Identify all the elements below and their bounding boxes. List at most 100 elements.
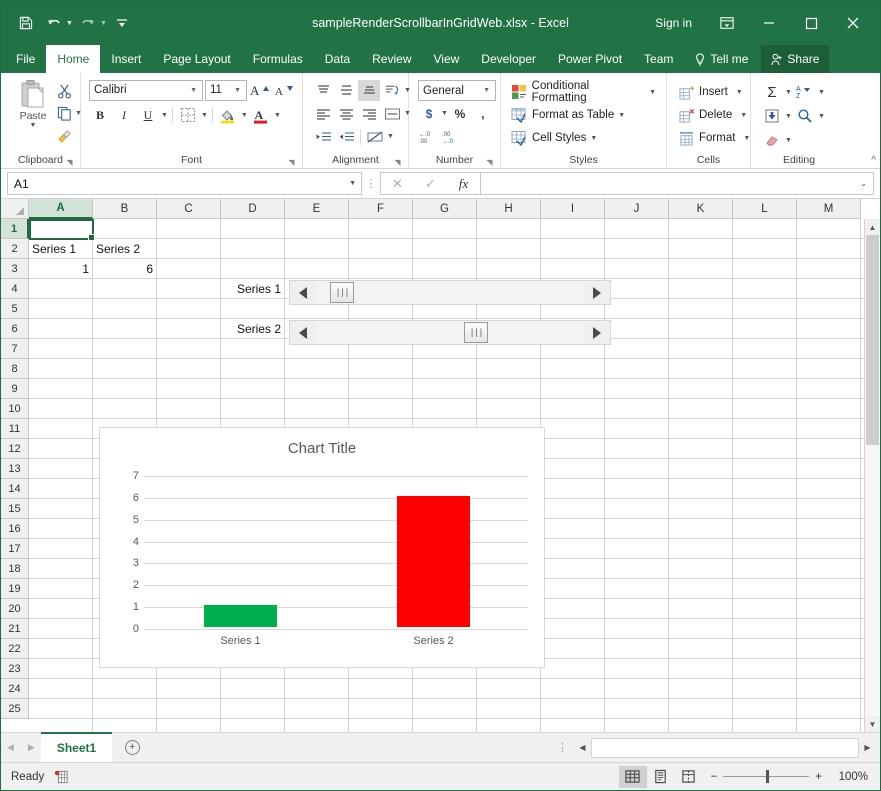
record-macro-icon[interactable] [54, 770, 68, 784]
embedded-chart[interactable]: Chart Title 01234567Series 1Series 2 [99, 427, 545, 668]
next-sheet-arrow[interactable]: ▶ [28, 742, 35, 753]
copy-button[interactable]: ▼ [55, 103, 82, 123]
row-header-11[interactable]: 11 [1, 419, 29, 439]
column-header-C[interactable]: C [157, 199, 221, 219]
italic-button[interactable]: I [113, 105, 135, 126]
normal-view-icon[interactable] [619, 766, 647, 788]
column-header-G[interactable]: G [413, 199, 477, 219]
decrease-indent-icon[interactable] [312, 126, 334, 147]
comma-format-button[interactable]: , [472, 103, 494, 124]
row-header-1[interactable]: 1 [1, 219, 29, 239]
conditional-formatting-caret[interactable]: ▼ [649, 89, 656, 96]
sign-in-button[interactable]: Sign in [641, 16, 706, 30]
zoom-out-button[interactable]: − [711, 771, 718, 783]
previous-sheet-arrow[interactable]: ◀ [7, 742, 14, 753]
font-color-dropdown-caret[interactable]: ▼ [274, 112, 281, 119]
cell-A2[interactable]: Series 1 [29, 239, 92, 258]
format-cells-button[interactable]: Format ▼ [677, 127, 750, 149]
sort-filter-icon[interactable]: AZ [794, 82, 816, 103]
cell-B2[interactable]: Series 2 [93, 239, 156, 258]
cancel-icon[interactable]: ✕ [381, 173, 414, 194]
number-format-caret[interactable]: ▼ [480, 87, 493, 94]
zoom-in-button[interactable]: + [815, 771, 822, 783]
row-header-16[interactable]: 16 [1, 519, 29, 539]
fill-color-icon[interactable] [217, 105, 239, 126]
delete-cells-button[interactable]: Delete ▼ [677, 104, 750, 126]
column-header-B[interactable]: B [93, 199, 157, 219]
format-as-table-caret[interactable]: ▼ [618, 112, 625, 119]
chart-bar-2[interactable] [397, 496, 470, 627]
row-header-9[interactable]: 9 [1, 379, 29, 399]
increase-indent-icon[interactable] [335, 126, 357, 147]
scrollbar-series-2-track[interactable]: ||| [316, 321, 584, 344]
conditional-formatting-button[interactable]: Conditional Formatting ▼ [510, 81, 658, 103]
tab-team[interactable]: Team [633, 45, 684, 73]
clear-eraser-icon[interactable] [761, 130, 783, 151]
scrollbar-series-2-right-arrow[interactable] [584, 321, 610, 344]
font-size-combo[interactable]: 11 ▼ [205, 80, 247, 101]
cell-styles-caret[interactable]: ▼ [590, 135, 597, 142]
close-button[interactable] [832, 8, 874, 38]
minimize-button[interactable] [748, 8, 790, 38]
fill-caret[interactable]: ▼ [785, 113, 792, 120]
row-header-2[interactable]: 2 [1, 239, 29, 259]
percent-format-button[interactable]: % [449, 103, 471, 124]
tell-me-box[interactable]: Tell me [684, 45, 759, 73]
merge-dropdown-caret[interactable]: ▼ [387, 133, 394, 140]
column-header-K[interactable]: K [669, 199, 733, 219]
active-cell-selection[interactable] [29, 219, 94, 240]
tab-view[interactable]: View [423, 45, 471, 73]
bold-button[interactable]: B [89, 105, 111, 126]
zoom-slider[interactable] [723, 776, 809, 777]
column-header-J[interactable]: J [605, 199, 669, 219]
align-middle-icon[interactable] [335, 80, 357, 101]
borders-icon[interactable] [177, 105, 199, 126]
accounting-dropdown-caret[interactable]: ▼ [441, 110, 448, 117]
tab-home[interactable]: Home [46, 45, 100, 73]
tab-developer[interactable]: Developer [470, 45, 547, 73]
row-header-14[interactable]: 14 [1, 479, 29, 499]
row-header-4[interactable]: 4 [1, 279, 29, 299]
tab-power-pivot[interactable]: Power Pivot [547, 45, 633, 73]
ribbon-display-options-icon[interactable] [706, 8, 748, 38]
scrollbar-series-1-right-arrow[interactable] [584, 281, 610, 304]
row-header-10[interactable]: 10 [1, 399, 29, 419]
insert-cells-button[interactable]: Insert ▼ [677, 81, 750, 103]
tab-review[interactable]: Review [361, 45, 422, 73]
column-header-H[interactable]: H [477, 199, 541, 219]
align-top-icon[interactable] [312, 80, 334, 101]
vertical-scroll-track[interactable] [865, 235, 880, 716]
wrap-text-icon[interactable] [381, 103, 403, 124]
sheet-bar-splitter[interactable]: ⋮ [557, 733, 574, 762]
alignment-dialog-launcher[interactable]: ◥ [393, 158, 402, 167]
row-header-15[interactable]: 15 [1, 499, 29, 519]
find-and-select-icon[interactable] [794, 106, 816, 127]
insert-cells-caret[interactable]: ▼ [736, 89, 743, 96]
borders-dropdown-caret[interactable]: ▼ [201, 112, 208, 119]
cell-D4[interactable]: Series 1 [221, 279, 284, 298]
column-header-L[interactable]: L [733, 199, 797, 219]
redo-dropdown-caret[interactable]: ▼ [100, 20, 107, 27]
row-header-21[interactable]: 21 [1, 619, 29, 639]
vertical-scrollbar[interactable]: ▲ ▼ [864, 219, 880, 732]
horizontal-scrollbar[interactable]: ◀ ▶ [574, 738, 876, 758]
format-cells-caret[interactable]: ▼ [743, 135, 750, 142]
accounting-format-button[interactable]: $ [418, 103, 440, 124]
zoom-slider-handle[interactable] [766, 770, 769, 783]
cells-area[interactable]: Series 1 Series 2 1 6 Series 1 Series 2 … [29, 219, 864, 732]
format-as-table-button[interactable]: Format as Table ▼ [510, 104, 658, 126]
row-header-8[interactable]: 8 [1, 359, 29, 379]
scroll-left-arrow[interactable]: ◀ [574, 738, 591, 758]
column-header-D[interactable]: D [221, 199, 285, 219]
row-header-6[interactable]: 6 [1, 319, 29, 339]
fill-down-icon[interactable] [761, 106, 783, 127]
autosum-caret[interactable]: ▼ [785, 89, 792, 96]
column-header-M[interactable]: M [797, 199, 861, 219]
row-header-24[interactable]: 24 [1, 679, 29, 699]
undo-dropdown-caret[interactable]: ▼ [66, 20, 73, 27]
row-header-23[interactable]: 23 [1, 659, 29, 679]
name-box-caret[interactable]: ▼ [349, 180, 361, 187]
chart-bar-1[interactable] [204, 605, 277, 627]
tab-formulas[interactable]: Formulas [242, 45, 314, 73]
scroll-down-arrow[interactable]: ▼ [865, 716, 880, 732]
